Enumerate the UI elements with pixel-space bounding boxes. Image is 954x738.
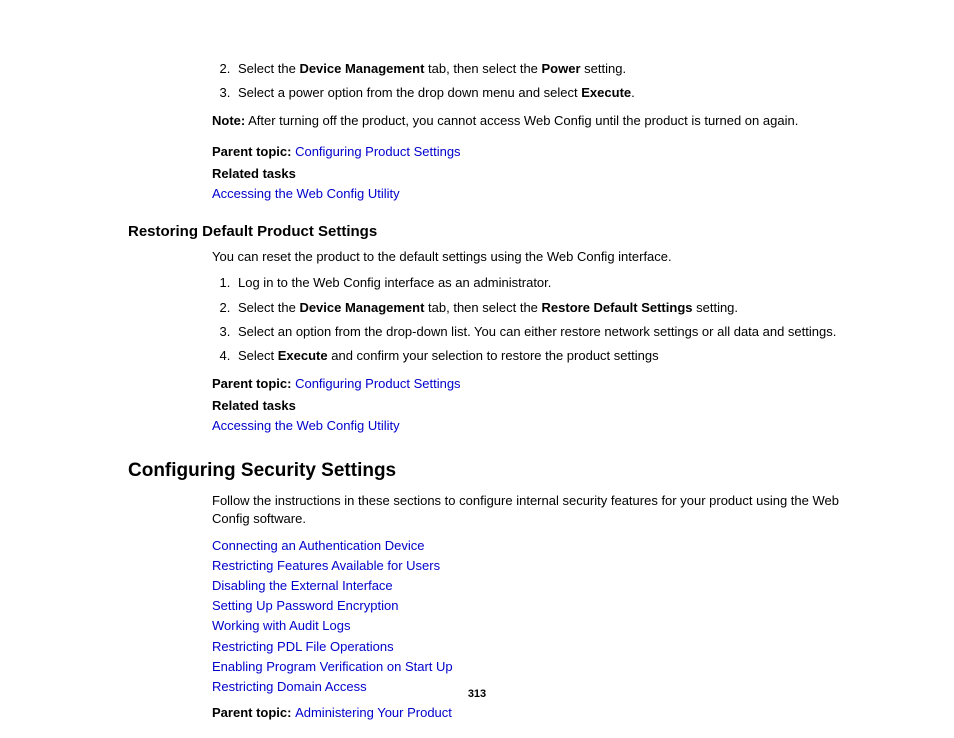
bold: Power	[542, 61, 581, 76]
text: Select a power option from the drop down…	[238, 85, 581, 100]
text: tab, then select the	[424, 61, 541, 76]
bold: Restore Default Settings	[542, 300, 693, 315]
page-number: 313	[0, 688, 954, 700]
heading-configuring-security: Configuring Security Settings	[128, 458, 854, 485]
parent-topic-line: Parent topic: Administering Your Product	[212, 704, 854, 722]
parent-topic-label: Parent topic:	[212, 144, 295, 159]
steps-list-1: Select the Device Management tab, then s…	[212, 60, 854, 102]
text: .	[631, 85, 635, 100]
note-text: After turning off the product, you canno…	[245, 113, 798, 128]
related-task-link[interactable]: Accessing the Web Config Utility	[212, 186, 400, 201]
text: setting.	[693, 300, 739, 315]
step-3: Select a power option from the drop down…	[234, 84, 854, 102]
bold: Device Management	[299, 300, 424, 315]
steps-list-2: Log in to the Web Config interface as an…	[212, 274, 854, 365]
bold: Execute	[278, 348, 328, 363]
parent-topic-line: Parent topic: Configuring Product Settin…	[212, 375, 854, 393]
security-link[interactable]: Enabling Program Verification on Start U…	[212, 659, 453, 674]
bold: Execute	[581, 85, 631, 100]
related-tasks-heading: Related tasks	[212, 165, 854, 183]
section-power-steps: Select the Device Management tab, then s…	[212, 60, 854, 203]
text: and confirm your selection to restore th…	[328, 348, 659, 363]
note-label: Note:	[212, 113, 245, 128]
related-task-link[interactable]: Accessing the Web Config Utility	[212, 418, 400, 433]
bold: Device Management	[299, 61, 424, 76]
security-link[interactable]: Disabling the External Interface	[212, 578, 393, 593]
parent-topic-label: Parent topic:	[212, 705, 295, 720]
section-restoring-defaults: You can reset the product to the default…	[212, 248, 854, 436]
text: Select the	[238, 300, 299, 315]
parent-topic-link[interactable]: Configuring Product Settings	[295, 376, 460, 391]
note-block: Note: After turning off the product, you…	[212, 112, 854, 130]
text: setting.	[581, 61, 627, 76]
step-4: Select Execute and confirm your selectio…	[234, 347, 854, 365]
security-link[interactable]: Restricting Features Available for Users	[212, 558, 440, 573]
intro-text: Follow the instructions in these section…	[212, 492, 854, 528]
text: Select the	[238, 61, 299, 76]
text: Select	[238, 348, 278, 363]
step-1: Log in to the Web Config interface as an…	[234, 274, 854, 292]
heading-restoring-defaults: Restoring Default Product Settings	[128, 221, 854, 242]
security-link[interactable]: Connecting an Authentication Device	[212, 538, 424, 553]
related-tasks-heading: Related tasks	[212, 397, 854, 415]
intro-text: You can reset the product to the default…	[212, 248, 854, 266]
security-links-list: Connecting an Authentication Device Rest…	[212, 537, 854, 697]
step-2: Select the Device Management tab, then s…	[234, 60, 854, 78]
step-3: Select an option from the drop-down list…	[234, 323, 854, 341]
security-link[interactable]: Restricting PDL File Operations	[212, 639, 394, 654]
step-2: Select the Device Management tab, then s…	[234, 299, 854, 317]
security-link[interactable]: Setting Up Password Encryption	[212, 598, 398, 613]
document-page: Select the Device Management tab, then s…	[0, 0, 954, 738]
page-content: Select the Device Management tab, then s…	[128, 60, 854, 722]
parent-topic-label: Parent topic:	[212, 376, 295, 391]
security-link[interactable]: Working with Audit Logs	[212, 618, 351, 633]
parent-topic-link[interactable]: Administering Your Product	[295, 705, 452, 720]
parent-topic-line: Parent topic: Configuring Product Settin…	[212, 143, 854, 161]
text: tab, then select the	[424, 300, 541, 315]
parent-topic-link[interactable]: Configuring Product Settings	[295, 144, 460, 159]
